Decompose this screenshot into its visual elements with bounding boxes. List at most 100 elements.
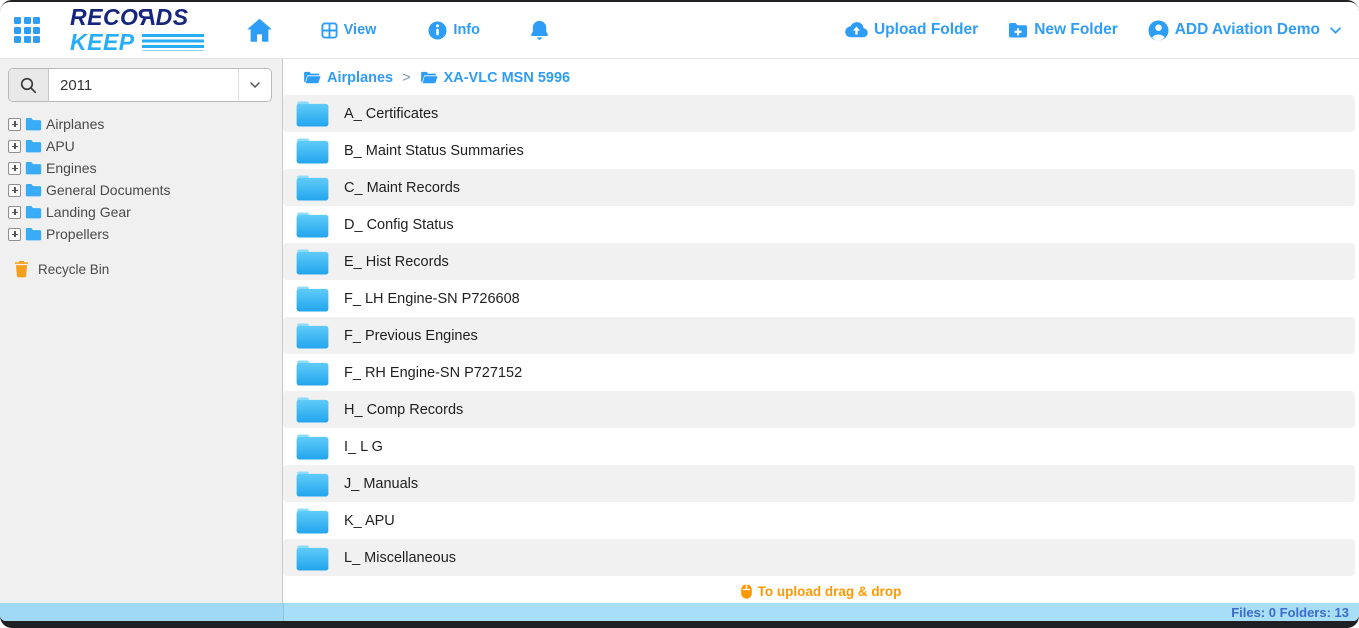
tree-item-label: Propellers	[46, 226, 109, 242]
folder-name: K_ APU	[344, 513, 395, 529]
upload-hint-label: To upload drag & drop	[758, 584, 902, 599]
tree-item[interactable]: Propellers	[8, 223, 272, 245]
folder-list-panel: Airplanes XA-VLC MSN 5996	[283, 59, 1359, 603]
folder-row[interactable]: F_ Previous Engines	[283, 317, 1355, 354]
expand-plus-icon[interactable]	[8, 184, 21, 197]
mouse-icon	[741, 584, 752, 599]
chevron-down-icon	[1330, 27, 1341, 34]
tree-item[interactable]: Airplanes	[8, 113, 272, 135]
tree-item[interactable]: Engines	[8, 157, 272, 179]
folder-icon	[296, 249, 329, 275]
folder-icon	[296, 323, 329, 349]
home-icon	[246, 18, 273, 43]
folder-icon	[296, 360, 329, 386]
expand-plus-icon[interactable]	[8, 206, 21, 219]
folder-name: F_ Previous Engines	[344, 328, 478, 344]
chevron-down-icon	[250, 82, 260, 88]
folder-name: C_ Maint Records	[344, 180, 460, 196]
folder-icon	[296, 434, 329, 460]
folder-icon	[25, 227, 42, 241]
mirrored-r-glyph: R	[138, 6, 155, 29]
tree-item[interactable]: Landing Gear	[8, 201, 272, 223]
cloud-upload-icon	[845, 21, 868, 39]
status-bar-sidebar-segment	[0, 603, 283, 621]
folder-icon	[296, 471, 329, 497]
files-folders-count: Files: 0 Folders: 13	[1231, 605, 1349, 620]
bell-icon	[528, 19, 551, 42]
folder-row[interactable]: L_ Miscellaneous	[283, 539, 1355, 576]
content-area: Airplanes APU	[0, 59, 1359, 603]
upload-folder-button[interactable]: Upload Folder	[845, 21, 978, 39]
folder-row[interactable]: I_ L G	[283, 428, 1355, 465]
folder-row[interactable]: B_ Maint Status Summaries	[283, 132, 1355, 169]
expand-plus-icon[interactable]	[8, 228, 21, 241]
folder-row[interactable]: C_ Maint Records	[283, 169, 1355, 206]
expand-plus-icon[interactable]	[8, 118, 21, 131]
folder-name: F_ RH Engine-SN P727152	[344, 365, 522, 381]
breadcrumb: Airplanes XA-VLC MSN 5996	[283, 59, 1359, 95]
folder-icon	[296, 175, 329, 201]
view-grid-icon	[321, 22, 338, 39]
breadcrumb-item[interactable]: XA-VLC MSN 5996	[402, 70, 570, 86]
upload-drop-hint: To upload drag & drop	[283, 581, 1359, 603]
records-keep-logo[interactable]: RECORDS KEEP	[70, 6, 204, 54]
folder-row[interactable]: A_ Certificates	[283, 95, 1355, 132]
account-menu-button[interactable]: ADD Aviation Demo	[1148, 20, 1341, 41]
folder-row[interactable]: F_ RH Engine-SN P727152	[283, 354, 1355, 391]
search-input[interactable]	[49, 69, 238, 101]
tree-item-label: General Documents	[46, 182, 171, 198]
view-button[interactable]: View	[321, 22, 377, 39]
breadcrumb-label: Airplanes	[327, 70, 393, 86]
folder-icon	[25, 139, 42, 153]
search-button[interactable]	[9, 69, 49, 101]
tree-item[interactable]: General Documents	[8, 179, 272, 201]
folder-row[interactable]: D_ Config Status	[283, 206, 1355, 243]
logo-stripes-decoration	[142, 34, 204, 51]
folder-icon	[25, 205, 42, 219]
tree-item[interactable]: APU	[8, 135, 272, 157]
logo-line-records: RECORDS	[70, 6, 204, 29]
info-icon	[428, 21, 447, 40]
folder-row[interactable]: F_ LH Engine-SN P726608	[283, 280, 1355, 317]
recycle-bin-label: Recycle Bin	[38, 262, 109, 277]
folder-name: L_ Miscellaneous	[344, 550, 456, 566]
folder-name: F_ LH Engine-SN P726608	[344, 291, 520, 307]
notifications-button[interactable]	[528, 19, 551, 42]
recycle-bin-item[interactable]: Recycle Bin	[8, 260, 272, 278]
folder-tree: Airplanes APU	[8, 113, 272, 245]
new-folder-button[interactable]: New Folder	[1008, 21, 1118, 39]
folder-row[interactable]: K_ APU	[283, 502, 1355, 539]
breadcrumb-item[interactable]: Airplanes	[303, 70, 393, 86]
tree-item-label: Landing Gear	[46, 204, 131, 220]
folder-row[interactable]: J_ Manuals	[283, 465, 1355, 502]
user-icon	[1148, 20, 1169, 41]
browser-window-frame: RECORDS KEEP View	[0, 0, 1359, 628]
app-launcher-grid-icon[interactable]	[14, 17, 40, 43]
folder-name: I_ L G	[344, 439, 383, 455]
folder-row[interactable]: E_ Hist Records	[283, 243, 1355, 280]
folder-icon	[296, 212, 329, 238]
folder-name: D_ Config Status	[344, 217, 454, 233]
folder-list: A_ Certificates B_ Maint Status Summarie…	[283, 95, 1355, 576]
search-dropdown-button[interactable]	[238, 69, 271, 101]
folder-name: A_ Certificates	[344, 106, 438, 122]
folder-row[interactable]: H_ Comp Records	[283, 391, 1355, 428]
tree-item-label: APU	[46, 138, 75, 154]
info-button[interactable]: Info	[428, 21, 480, 40]
info-button-label: Info	[453, 22, 480, 38]
search-icon	[20, 77, 37, 94]
logo-line-keep: KEEP	[70, 31, 135, 54]
view-button-label: View	[344, 22, 377, 38]
expand-plus-icon[interactable]	[8, 140, 21, 153]
folder-name: H_ Comp Records	[344, 402, 463, 418]
open-folder-icon	[420, 71, 438, 85]
tree-item-label: Airplanes	[46, 116, 104, 132]
folder-icon	[296, 508, 329, 534]
folder-icon	[296, 101, 329, 127]
folder-tree-sidebar: Airplanes APU	[0, 59, 283, 603]
expand-plus-icon[interactable]	[8, 162, 21, 175]
home-button[interactable]	[246, 18, 273, 43]
top-header: RECORDS KEEP View	[0, 2, 1359, 59]
account-name-label: ADD Aviation Demo	[1175, 21, 1320, 39]
header-actions: Upload Folder New Folder ADD Aviation De…	[845, 20, 1341, 41]
